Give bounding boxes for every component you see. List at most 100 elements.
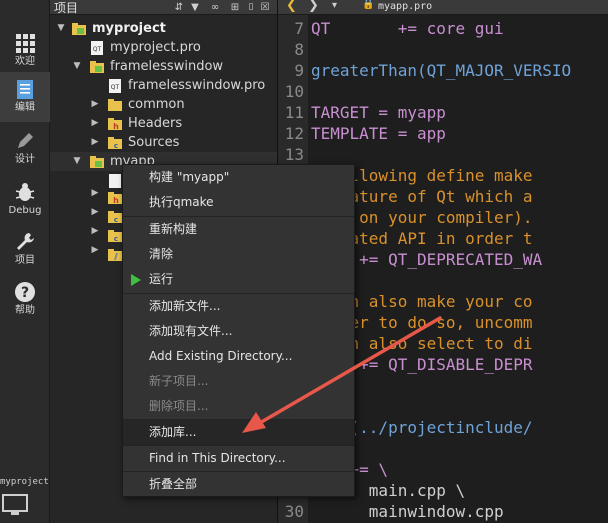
menu-item-rebuild[interactable]: 重新构建 xyxy=(123,217,354,242)
project-folder-icon xyxy=(72,23,86,35)
nav-back-icon[interactable]: ❮ xyxy=(286,0,297,13)
tree-item-myproject-pro[interactable]: QT myproject.pro xyxy=(50,38,277,57)
pro-file-icon: QT xyxy=(109,79,121,93)
mode-debug[interactable]: Debug xyxy=(0,175,50,225)
project-folder-icon xyxy=(90,156,104,168)
menu-item-add-new-file[interactable]: 添加新文件... xyxy=(123,294,354,319)
editor-tab-bar: ❮ ❯ ▾ 🔒 myapp.pro xyxy=(278,0,608,15)
line-number: 7 xyxy=(294,19,304,38)
tree-item-framelesswindow[interactable]: ▼ framelesswindow xyxy=(50,57,277,76)
menu-item-clean[interactable]: 清除 xyxy=(123,242,354,267)
mode-edit[interactable]: 编辑 xyxy=(0,72,50,122)
tree-label: myproject xyxy=(92,21,166,36)
expand-arrow-icon[interactable]: ▼ xyxy=(72,57,82,76)
grid-icon xyxy=(16,34,35,53)
editor-tab-title[interactable]: myapp.pro xyxy=(378,1,432,12)
line-number: 8 xyxy=(294,40,304,59)
line-number: 13 xyxy=(284,145,304,164)
pencil-icon xyxy=(18,133,33,148)
sort-icon[interactable]: ⇵ xyxy=(172,1,186,14)
link-icon[interactable]: ∞ xyxy=(208,1,222,14)
line-number: 9 xyxy=(294,61,304,80)
monitor-icon[interactable] xyxy=(2,494,28,516)
file-dropdown-icon[interactable]: ▾ xyxy=(332,0,337,11)
mode-design[interactable]: 设计 xyxy=(0,124,50,174)
collapse-arrow-icon[interactable]: ▶ xyxy=(90,95,100,114)
tree-label: Sources xyxy=(128,135,180,150)
tree-item-common[interactable]: ▶ common xyxy=(50,95,277,114)
line-number: 12 xyxy=(284,124,304,143)
menu-item-find-in-directory[interactable]: Find in This Directory... xyxy=(123,446,354,471)
close-icon[interactable]: ☒ xyxy=(258,1,272,14)
pro-file-icon xyxy=(109,174,121,188)
svg-text:QT: QT xyxy=(93,46,102,53)
line-number: 10 xyxy=(284,82,304,101)
tree-item-sources[interactable]: ▶ c Sources xyxy=(50,133,277,152)
wrench-icon xyxy=(17,233,34,250)
headers-folder-icon: h xyxy=(108,118,122,131)
tree-item-headers[interactable]: ▶ h Headers xyxy=(50,114,277,133)
mode-debug-label: Debug xyxy=(8,205,42,216)
mode-help[interactable]: ? 帮助 xyxy=(0,275,50,325)
mode-projects-label: 项目 xyxy=(15,255,35,266)
svg-text:h: h xyxy=(113,196,119,205)
context-menu: 构建 "myapp" 执行qmake 重新构建 清除 运行 添加新文件... 添… xyxy=(122,164,355,497)
expand-arrow-icon[interactable]: ▼ xyxy=(56,19,66,38)
document-icon xyxy=(17,80,33,99)
project-folder-icon xyxy=(90,61,104,73)
svg-text:c: c xyxy=(114,235,118,243)
resources-folder-icon xyxy=(108,249,122,261)
menu-item-run-qmake[interactable]: 执行qmake xyxy=(123,190,354,215)
svg-text:?: ? xyxy=(21,285,29,301)
svg-text:c: c xyxy=(114,216,118,224)
tree-item-myproject[interactable]: ▼ myproject xyxy=(50,19,277,38)
headers-folder-icon: h xyxy=(108,192,122,205)
sources-folder-icon: c xyxy=(108,211,122,224)
svg-text:h: h xyxy=(113,122,119,131)
collapse-arrow-icon[interactable]: ▶ xyxy=(90,226,100,245)
tree-label: framelesswindow.pro xyxy=(128,78,266,93)
menu-item-build[interactable]: 构建 "myapp" xyxy=(123,165,354,190)
collapse-arrow-icon[interactable]: ▶ xyxy=(90,245,100,264)
panel-header: 项目 ⇵ ▼ ∞ ⊞ ▯ ☒ xyxy=(50,0,277,15)
pro-file-icon: QT xyxy=(91,41,103,55)
forms-folder-icon: c xyxy=(108,230,122,243)
expand-arrow-icon[interactable]: ▼ xyxy=(72,152,82,171)
mode-welcome-label: 欢迎 xyxy=(15,56,35,67)
collapse-arrow-icon[interactable]: ▶ xyxy=(90,207,100,226)
line-number: 30 xyxy=(284,502,304,521)
collapse-arrow-icon[interactable]: ▶ xyxy=(90,133,100,152)
nav-forward-icon[interactable]: ❯ xyxy=(308,0,319,13)
menu-item-add-existing-directory[interactable]: Add Existing Directory... xyxy=(123,344,354,369)
lock-icon: 🔒 xyxy=(362,0,375,10)
run-icon xyxy=(131,274,141,286)
mode-edit-label: 编辑 xyxy=(15,102,35,113)
menu-item-run[interactable]: 运行 xyxy=(123,267,354,292)
tree-label: common xyxy=(128,97,185,112)
filter-icon[interactable]: ▼ xyxy=(188,1,202,14)
code-line: TARGET = myapp xyxy=(311,103,446,122)
code-line: TEMPLATE = app xyxy=(311,124,446,143)
collapse-arrow-icon[interactable]: ▶ xyxy=(90,188,100,207)
add-split-icon[interactable]: ⊞ xyxy=(228,1,242,14)
menu-item-new-subproject: 新子项目... xyxy=(149,374,209,388)
mode-projects[interactable]: 项目 xyxy=(0,225,50,275)
tree-label: framelesswindow xyxy=(110,59,224,74)
menu-item-add-existing-files[interactable]: 添加现有文件... xyxy=(123,319,354,344)
mode-bar: 欢迎 编辑 设计 Debug 项目 ? 帮助 myproject xyxy=(0,0,50,523)
tree-label: myproject.pro xyxy=(110,40,201,55)
menu-item-add-library[interactable]: 添加库... xyxy=(123,420,354,445)
collapse-arrow-icon[interactable]: ▶ xyxy=(90,114,100,133)
menu-item-collapse-all[interactable]: 折叠全部 xyxy=(123,472,354,497)
split-icon[interactable]: ▯ xyxy=(244,1,258,14)
tree-item-framelesswindow-pro[interactable]: QT framelesswindow.pro xyxy=(50,76,277,95)
tree-label: Headers xyxy=(128,116,183,131)
menu-item-run-label: 运行 xyxy=(149,272,174,286)
panel-title: 项目 xyxy=(54,1,79,15)
line-number: 11 xyxy=(284,103,304,122)
code-line: mainwindow.cpp xyxy=(311,502,504,521)
active-project-label[interactable]: myproject xyxy=(0,477,50,487)
mode-help-label: 帮助 xyxy=(15,305,35,316)
mode-welcome[interactable]: 欢迎 xyxy=(0,26,50,76)
menu-item-remove-project: 删除项目... xyxy=(149,399,209,413)
